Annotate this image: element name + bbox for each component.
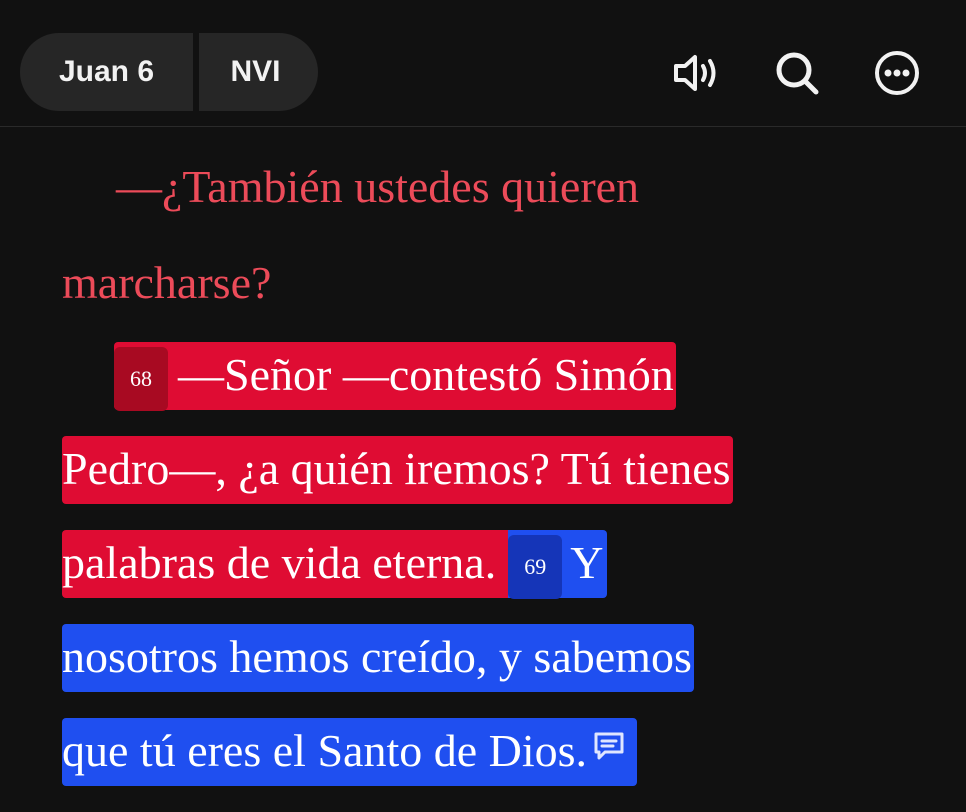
verse-67-text-part[interactable]: marcharse? [62,250,273,318]
text-line: nosotros hemos creído, y sabemos [62,624,694,692]
text-line: 68 —Señor —contestó Simón [114,342,676,412]
top-bar: Juan 6 NVI [0,0,966,127]
text-line: palabras de vida eterna. 69 Y [62,530,608,600]
verse-68-text-part[interactable]: Pedro—, ¿a quién iremos? Tú tienes [62,436,733,504]
more-icon[interactable] [870,46,924,100]
verse-number-69[interactable]: 69 [508,535,563,600]
text-line: que tú eres el Santo de Dios. [62,716,638,786]
book-chapter-button[interactable]: Juan 6 [20,33,193,111]
verse-68-highlight[interactable]: 68 —Señor —contestó Simón [114,342,676,412]
version-button[interactable]: NVI [199,33,318,111]
text-line: Pedro—, ¿a quién iremos? Tú tienes [62,436,733,504]
verse-number-68[interactable]: 68 [114,347,168,412]
note-icon[interactable] [591,716,627,782]
verse-69-text-part: Y [570,537,604,588]
verse-69-text-part[interactable]: que tú eres el Santo de Dios. [62,716,638,786]
search-icon[interactable] [770,46,824,100]
text-line: marcharse? [62,250,273,318]
verse-68-text-part[interactable]: palabras de vida eterna. [62,530,509,598]
chapter-text: —¿También ustedes quieren marcharse? 68—… [0,128,966,812]
verse-69-text-part[interactable]: nosotros hemos creído, y sabemos [62,624,694,692]
speaker-icon[interactable] [670,46,724,100]
verse-68-text-part: —Señor —contestó Simón [178,349,674,400]
verse-69-highlight[interactable]: 69 Y [508,530,608,600]
verse-67-text-part[interactable]: —¿También ustedes quieren [116,154,641,222]
text-line: —¿También ustedes quieren [116,154,641,222]
reference-selector: Juan 6 NVI [20,33,318,111]
verse-69-last-text: que tú eres el Santo de Dios. [62,725,588,776]
